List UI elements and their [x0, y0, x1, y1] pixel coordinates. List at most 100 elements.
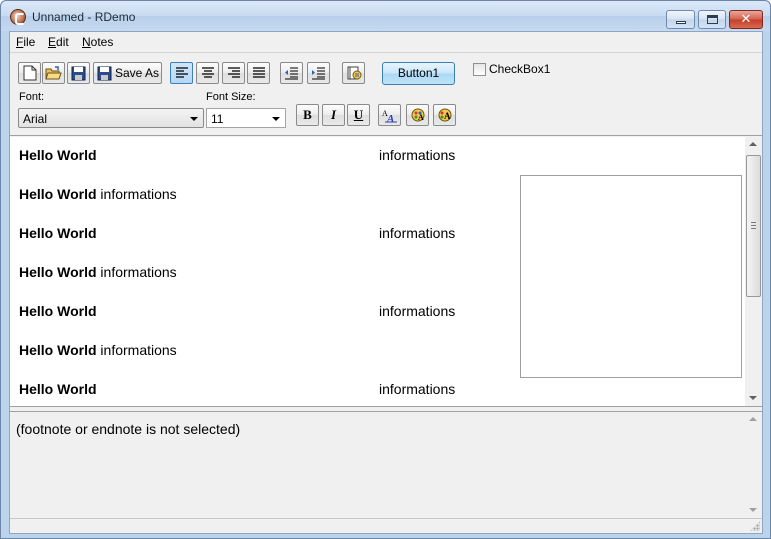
scroll-down-icon[interactable] [749, 396, 757, 400]
checkbox1-label[interactable]: CheckBox1 [489, 62, 550, 76]
svg-text:A: A [418, 113, 424, 122]
rich-text-editor[interactable]: Hello World informations Hello World inf… [10, 137, 762, 407]
button1[interactable]: Button1 [382, 62, 455, 85]
line-bold-text: Hello World [19, 225, 97, 241]
editor-vertical-scrollbar[interactable] [745, 137, 762, 406]
editor-line: Hello World [19, 381, 97, 397]
client-area: File Edit Notes Save As Button1 CheckBox… [9, 31, 763, 534]
highlight-palette-icon: A [438, 108, 451, 122]
align-center-button[interactable] [196, 62, 219, 84]
italic-button[interactable]: I [322, 104, 345, 126]
embedded-frame[interactable] [520, 175, 742, 378]
line-bold-text: Hello World [19, 303, 97, 319]
chevron-down-icon [190, 117, 198, 121]
bold-button[interactable]: B [296, 104, 319, 126]
line-right-text: informations [379, 225, 456, 241]
line-bold-text: Hello World [19, 264, 97, 280]
indent-icon [312, 67, 325, 79]
line-right-text: informations [379, 303, 456, 319]
notes-status-text: (footnote or endnote is not selected) [16, 421, 241, 437]
book-paint-icon [347, 66, 361, 80]
increase-indent-button[interactable] [307, 62, 330, 84]
align-left-button[interactable] [170, 62, 193, 84]
editor-line: Hello World informations [19, 186, 177, 202]
window-title: Unnamed - RDemo [32, 10, 136, 24]
new-file-button[interactable] [18, 62, 41, 84]
menu-edit[interactable]: Edit [48, 35, 69, 49]
app-window: Unnamed - RDemo ✕ File Edit Notes Save A… [0, 0, 771, 539]
save-as-label: Save As [115, 66, 160, 80]
save-as-floppy-icon [97, 66, 112, 80]
maximize-icon [707, 15, 718, 24]
underline-button[interactable]: U [347, 104, 370, 126]
toolbar: Save As Button1 CheckBox1 Font: Font Siz… [10, 52, 762, 136]
checkbox1[interactable] [473, 63, 486, 76]
color-palette-icon: A [411, 108, 424, 122]
minimize-icon [676, 21, 686, 24]
line-right-text: informations [379, 147, 456, 163]
scroll-thumb[interactable] [746, 155, 761, 297]
menu-notes[interactable]: Notes [82, 35, 113, 49]
scroll-down-icon[interactable] [749, 508, 757, 512]
open-file-button[interactable] [42, 62, 65, 84]
editor-line: Hello World informations [19, 342, 177, 358]
menu-edit-label: dit [56, 35, 69, 49]
align-justify-icon [252, 67, 265, 78]
menu-edit-mnemonic: E [48, 35, 57, 49]
svg-text:A: A [444, 111, 451, 121]
font-dialog-button[interactable]: AA [378, 104, 401, 126]
font-label: Font: [19, 91, 45, 103]
editor-line: Hello World [19, 303, 97, 319]
menu-file[interactable]: File [16, 35, 35, 49]
new-file-icon [23, 65, 36, 81]
line-inline-text: informations [96, 264, 177, 280]
open-folder-icon [45, 65, 62, 79]
app-icon[interactable] [10, 9, 26, 25]
decrease-indent-button[interactable] [280, 62, 303, 84]
font-size-label: Font Size: [206, 91, 256, 103]
font-size-dropdown[interactable]: 11 [206, 108, 286, 128]
text-color-button[interactable]: A [406, 104, 429, 126]
editor-line: Hello World [19, 147, 97, 163]
line-bold-text: Hello World [19, 186, 97, 202]
line-bold-text: Hello World [19, 147, 97, 163]
line-inline-text: informations [96, 342, 177, 358]
align-center-icon [201, 67, 214, 78]
menu-notes-mnemonic: N [82, 35, 91, 49]
save-button[interactable] [67, 62, 90, 84]
menu-file-label: ile [23, 35, 36, 49]
line-inline-text: informations [96, 186, 177, 202]
editor-line: Hello World [19, 225, 97, 241]
line-bold-text: Hello World [19, 381, 97, 397]
font-dropdown-value: Arial [23, 112, 48, 126]
back-color-button[interactable]: A [433, 104, 456, 126]
status-bar [10, 518, 762, 533]
resize-grip-icon[interactable] [750, 521, 760, 531]
notes-pane[interactable]: (footnote or endnote is not selected) [10, 411, 762, 518]
outdent-icon [285, 67, 298, 79]
scroll-up-icon[interactable] [749, 417, 757, 421]
menu-notes-label: otes [90, 35, 114, 49]
title-bar[interactable]: Unnamed - RDemo ✕ [1, 1, 770, 31]
font-size-value: 11 [211, 112, 224, 126]
editor-line: Hello World informations [19, 264, 177, 280]
close-button[interactable]: ✕ [729, 10, 763, 29]
font-style-icon: AA [382, 109, 397, 123]
align-right-button[interactable] [222, 62, 245, 84]
line-right-text: informations [379, 381, 456, 397]
align-right-icon [227, 67, 240, 78]
menu-bar: File Edit Notes [10, 32, 762, 51]
scroll-up-icon[interactable] [749, 142, 757, 146]
grip-icon [751, 222, 756, 229]
align-left-icon [175, 67, 188, 78]
chevron-down-icon [272, 117, 280, 121]
line-bold-text: Hello World [19, 342, 97, 358]
notes-vertical-scrollbar[interactable] [745, 412, 762, 518]
save-as-button[interactable]: Save As [93, 62, 162, 84]
close-icon: ✕ [740, 12, 752, 27]
paragraph-button[interactable] [342, 62, 365, 84]
font-dropdown[interactable]: Arial [18, 108, 204, 128]
minimize-button[interactable] [666, 10, 695, 29]
justify-button[interactable] [247, 62, 270, 84]
maximize-button[interactable] [698, 10, 726, 29]
